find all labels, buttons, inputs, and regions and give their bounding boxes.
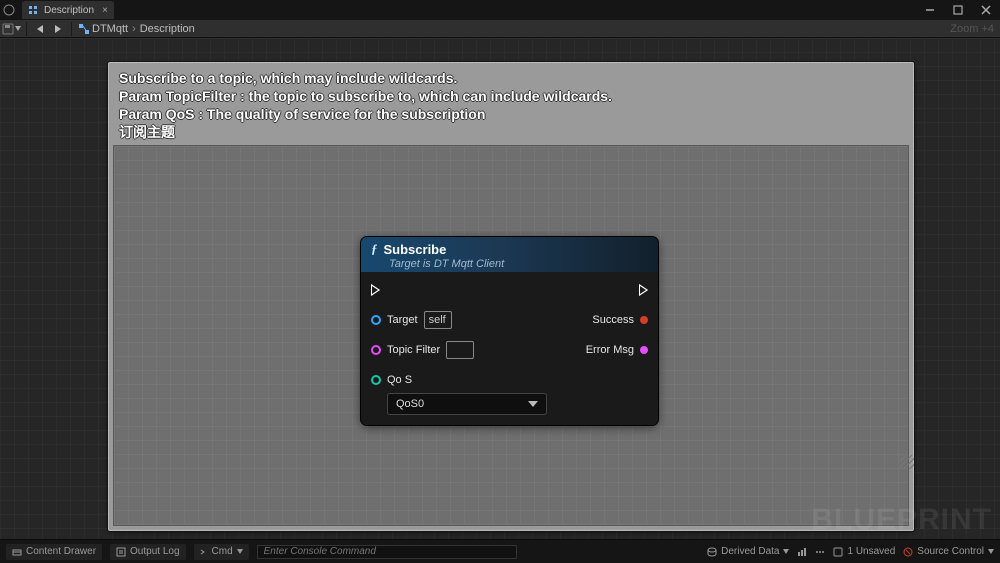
output-log-label: Output Log: [130, 546, 179, 557]
nav-forward-button[interactable]: [49, 24, 67, 34]
window-close-button[interactable]: [972, 0, 1000, 20]
drawer-icon: [12, 547, 22, 557]
node-title: Subscribe: [384, 242, 447, 257]
zoom-level: Zoom +4: [950, 23, 994, 35]
toolbar-separator: [26, 22, 27, 36]
save-button[interactable]: [0, 20, 22, 38]
comment-line: Param QoS : The quality of service for t…: [119, 105, 903, 123]
topic-filter-input-pin[interactable]: Topic Filter: [371, 340, 547, 360]
title-bar: Description ×: [0, 0, 1000, 20]
comment-text: Subscribe to a topic, which may include …: [109, 63, 913, 147]
output-log-button[interactable]: Output Log: [110, 544, 185, 560]
qos-selected-value: QoS0: [396, 398, 424, 410]
cmd-label: Cmd: [212, 546, 233, 557]
comment-line: 订阅主题: [119, 123, 903, 141]
comment-resize-handle[interactable]: [900, 455, 914, 469]
derived-data-button[interactable]: Derived Data: [707, 546, 789, 557]
menu-icon: [815, 547, 825, 557]
content-drawer-label: Content Drawer: [26, 546, 96, 557]
tab-close-icon[interactable]: ×: [100, 5, 110, 15]
success-output-pin[interactable]: Success: [592, 310, 648, 330]
save-icon: [833, 547, 843, 557]
unreal-logo-icon: [0, 0, 18, 20]
source-control-button[interactable]: Source Control: [903, 546, 994, 557]
toolbar-separator: [71, 22, 72, 36]
tab-description[interactable]: Description ×: [22, 1, 114, 19]
breadcrumb-leaf[interactable]: Description: [140, 23, 195, 35]
enum-pin-icon: [371, 375, 381, 385]
chevron-down-icon: [988, 549, 994, 555]
chevron-right-icon: ›: [132, 23, 136, 35]
comment-line: Param TopicFilter : the topic to subscri…: [119, 87, 903, 105]
blueprint-graph-canvas[interactable]: Subscribe to a topic, which may include …: [0, 38, 1000, 539]
chevron-down-icon: [783, 549, 789, 555]
pin-label: Qo S: [387, 374, 412, 386]
chevron-down-icon: [237, 549, 243, 555]
tab-label: Description: [44, 5, 94, 16]
window-maximize-button[interactable]: [944, 0, 972, 20]
data-icon: [707, 547, 717, 557]
blueprint-graph-icon: [76, 23, 92, 35]
function-icon: ƒ: [371, 241, 378, 257]
unsaved-label: 1 Unsaved: [847, 546, 895, 557]
cmd-type-button[interactable]: Cmd: [194, 544, 249, 560]
node-header[interactable]: ƒ Subscribe Target is DT Mqtt Client: [361, 237, 658, 272]
pin-label: Topic Filter: [387, 344, 440, 356]
target-input-pin[interactable]: Target self: [371, 310, 547, 330]
window-minimize-button[interactable]: [916, 0, 944, 20]
node-subtitle: Target is DT Mqtt Client: [389, 258, 648, 270]
toolbar: DTMqtt › Description Zoom +4: [0, 20, 1000, 38]
status-bar: Content Drawer Output Log Cmd Derived Da…: [0, 539, 1000, 563]
nav-back-button[interactable]: [31, 24, 49, 34]
command-menu-button[interactable]: [815, 547, 825, 557]
bool-pin-icon: [640, 316, 648, 324]
pin-label: Error Msg: [586, 344, 634, 356]
source-control-label: Source Control: [917, 546, 984, 557]
target-value-field[interactable]: self: [424, 311, 452, 329]
node-body: Target self Topic Filter Qo S: [361, 272, 658, 425]
blueprint-tab-icon: [28, 5, 38, 15]
derived-data-label: Derived Data: [721, 546, 779, 557]
terminal-icon: [200, 548, 208, 556]
pin-label: Target: [387, 314, 418, 326]
unsaved-button[interactable]: 1 Unsaved: [833, 546, 895, 557]
string-pin-icon: [371, 345, 381, 355]
qos-input-pin[interactable]: Qo S: [371, 370, 547, 390]
log-icon: [116, 547, 126, 557]
topic-filter-value-field[interactable]: [446, 341, 474, 359]
error-msg-output-pin[interactable]: Error Msg: [586, 340, 648, 360]
exec-output-pin[interactable]: [639, 280, 648, 300]
object-pin-icon: [371, 315, 381, 325]
console-command-input[interactable]: [257, 545, 517, 559]
exec-pin-icon: [639, 284, 648, 296]
comment-line: Subscribe to a topic, which may include …: [119, 69, 903, 87]
content-drawer-button[interactable]: Content Drawer: [6, 544, 102, 560]
string-pin-icon: [640, 346, 648, 354]
progress-indicator[interactable]: [797, 547, 807, 557]
exec-input-pin[interactable]: [371, 280, 547, 300]
chevron-down-icon: [528, 401, 538, 407]
breadcrumb-root[interactable]: DTMqtt: [92, 23, 128, 35]
pin-label: Success: [592, 314, 634, 326]
blueprint-watermark: BLUEPRINT: [811, 503, 992, 537]
bars-icon: [797, 547, 807, 557]
source-control-icon: [903, 547, 913, 557]
exec-pin-icon: [371, 284, 380, 296]
qos-dropdown[interactable]: QoS0: [387, 393, 547, 415]
blueprint-node-subscribe[interactable]: ƒ Subscribe Target is DT Mqtt Client Tar…: [361, 237, 658, 425]
